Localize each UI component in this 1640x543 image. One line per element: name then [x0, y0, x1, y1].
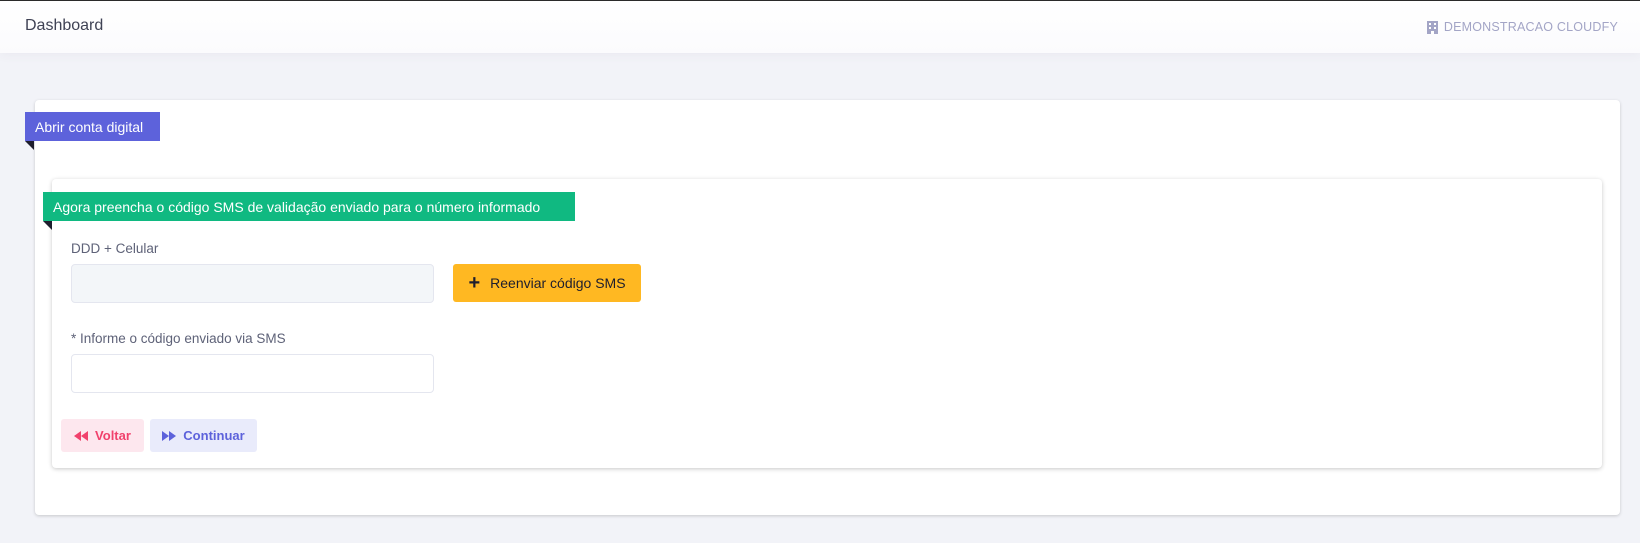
sms-code-label: * Informe o código enviado via SMS — [71, 331, 286, 346]
organization-name: DEMONSTRACAO CLOUDFY — [1443, 20, 1618, 34]
organization-selector[interactable]: DEMONSTRACAO CLOUDFY — [1426, 20, 1618, 34]
building-icon — [1426, 20, 1438, 34]
resend-sms-button[interactable]: + Reenviar código SMS — [453, 264, 641, 302]
plus-icon: + — [468, 272, 481, 294]
rewind-icon — [74, 430, 89, 441]
top-bar: Dashboard DEMONSTRACAO CLOUDFY — [0, 0, 1640, 53]
back-button[interactable]: Voltar — [61, 419, 144, 452]
fast-forward-icon — [162, 430, 177, 441]
resend-sms-label: Reenviar código SMS — [490, 275, 626, 291]
phone-input[interactable] — [71, 264, 434, 303]
page-title: Dashboard — [25, 17, 104, 34]
back-label: Voltar — [95, 428, 131, 443]
continue-button[interactable]: Continuar — [150, 419, 257, 452]
phone-label: DDD + Celular — [71, 241, 159, 256]
sms-validation-card — [52, 179, 1602, 468]
sms-code-input[interactable] — [71, 354, 434, 393]
open-account-ribbon: Abrir conta digital — [25, 112, 160, 150]
sms-instructions-ribbon: Agora preencha o código SMS de validação… — [43, 192, 575, 230]
continue-label: Continuar — [183, 428, 245, 443]
